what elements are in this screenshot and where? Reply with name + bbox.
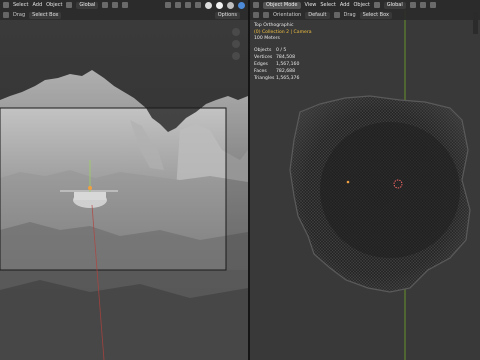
editor-type-icon-right[interactable] — [253, 2, 259, 8]
stat-row: Triangles 1,565,376 — [254, 76, 300, 81]
pivot-icon[interactable] — [102, 2, 109, 8]
orientation-icon — [263, 12, 269, 18]
orientation-dropdown[interactable]: Default — [305, 11, 330, 19]
menu-object[interactable]: Object — [46, 2, 62, 8]
zoom-icon[interactable] — [232, 28, 240, 36]
drag-dropdown[interactable]: Select Box — [29, 11, 62, 19]
camera-view-icon[interactable] — [232, 52, 240, 60]
drag-dropdown-right[interactable]: Select Box — [359, 11, 392, 19]
stat-row: Edges 1,567,160 — [254, 62, 300, 67]
mode-dropdown[interactable]: Object Mode — [263, 1, 301, 9]
transform-orientation-dropdown[interactable]: Global — [76, 1, 99, 9]
shading-material-icon[interactable] — [227, 1, 234, 9]
snap-icon[interactable] — [112, 2, 119, 8]
navigation-gizmo[interactable] — [226, 22, 246, 72]
options-button[interactable]: Options — [214, 11, 240, 19]
pivot-icon-right[interactable] — [409, 2, 416, 8]
shading-solid-icon[interactable] — [216, 1, 223, 9]
shading-wireframe-icon[interactable] — [205, 1, 212, 9]
left-viewport[interactable]: Select Add Object Global Drag Select Box… — [0, 0, 248, 360]
tool-icon[interactable] — [3, 12, 9, 18]
orientation-label: Orientation — [273, 12, 302, 18]
transform-orientation-icon-right — [373, 2, 380, 8]
shading-rendered-icon[interactable] — [238, 1, 245, 9]
snap-icon-right[interactable] — [419, 2, 426, 8]
stat-row: Faces 782,688 — [254, 69, 295, 74]
editor-type-icon[interactable] — [3, 2, 9, 8]
proportional-edit-icon[interactable] — [122, 2, 129, 8]
overlay-toggle-icon[interactable] — [185, 2, 191, 8]
right-header: Object Mode View Select Add Object Globa… — [250, 0, 480, 10]
drag-icon — [333, 12, 340, 18]
left-header: Select Add Object Global — [0, 0, 248, 10]
transform-orientation-icon — [66, 2, 73, 8]
menu-add-right[interactable]: Add — [340, 2, 350, 8]
pan-icon[interactable] — [232, 40, 240, 48]
transform-orientation-dropdown-right[interactable]: Global — [383, 1, 406, 9]
sidebar-toggle-tab[interactable] — [473, 12, 478, 34]
viewport-info-overlay: Top Orthographic (0) Collection 2 | Came… — [254, 23, 312, 43]
menu-object-right[interactable]: Object — [354, 2, 370, 8]
gizmo-toggle-icon[interactable] — [175, 2, 181, 8]
right-viewport[interactable]: Object Mode View Select Add Object Globa… — [250, 0, 480, 360]
scale-info: 100 Meters — [254, 36, 280, 42]
view-name: Top Orthographic — [254, 23, 294, 28]
camera-view-render[interactable] — [0, 0, 248, 360]
tool-icon-right[interactable] — [253, 12, 259, 18]
drag-label: Drag — [13, 12, 26, 18]
menu-add[interactable]: Add — [32, 2, 42, 8]
stat-row: Vertices 784,508 — [254, 55, 295, 60]
proportional-edit-icon-right[interactable] — [429, 2, 436, 8]
left-tool-header: Drag Select Box Options — [0, 10, 248, 20]
xray-toggle-icon[interactable] — [195, 2, 201, 8]
menu-select[interactable]: Select — [13, 2, 28, 8]
visibility-icon[interactable] — [165, 2, 171, 8]
right-tool-header: Orientation Default Drag Select Box — [250, 10, 480, 20]
drag-label-right: Drag — [343, 12, 356, 18]
scene-statistics: Objects 0 / 5 Vertices 784,508 Edges 1,567,… — [254, 47, 299, 82]
menu-select-right[interactable]: Select — [320, 2, 335, 8]
stat-row: Objects 0 / 5 — [254, 48, 287, 53]
menu-view[interactable]: View — [305, 2, 317, 8]
